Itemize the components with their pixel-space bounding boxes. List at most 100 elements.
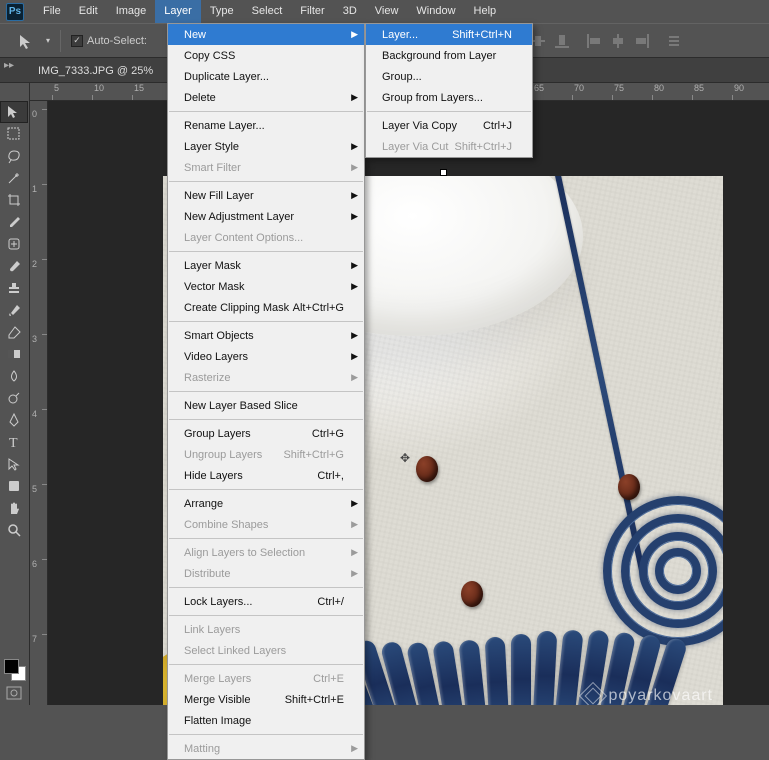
menu-item[interactable]: Background from Layer bbox=[366, 45, 532, 66]
menu-item[interactable]: Smart Objects▶ bbox=[168, 325, 364, 346]
menu-item[interactable]: Flatten Image bbox=[168, 710, 364, 731]
menu-item: Ungroup LayersShift+Ctrl+G bbox=[168, 444, 364, 465]
transform-handle[interactable] bbox=[440, 169, 447, 176]
align-right-icon[interactable] bbox=[632, 32, 652, 50]
ruler-tick-label: 85 bbox=[694, 83, 704, 93]
foreground-color-swatch[interactable] bbox=[4, 659, 19, 674]
new-submenu[interactable]: Layer...Shift+Ctrl+NBackground from Laye… bbox=[365, 23, 533, 158]
menu-item[interactable]: Lock Layers...Ctrl+/ bbox=[168, 591, 364, 612]
menu-item[interactable]: New Fill Layer▶ bbox=[168, 185, 364, 206]
menu-item: Align Layers to Selection▶ bbox=[168, 542, 364, 563]
menu-filter[interactable]: Filter bbox=[291, 0, 333, 23]
app-logo[interactable]: Ps bbox=[6, 3, 24, 21]
tools-panel: T bbox=[0, 83, 30, 705]
marquee-tool[interactable] bbox=[0, 123, 28, 145]
pen-tool[interactable] bbox=[0, 409, 28, 431]
submenu-arrow-icon: ▶ bbox=[351, 498, 358, 509]
move-tool[interactable] bbox=[0, 101, 28, 123]
auto-select-checkbox[interactable]: ✓Auto-Select: bbox=[71, 35, 147, 47]
menu-item: Link Layers bbox=[168, 619, 364, 640]
menu-separator bbox=[169, 111, 363, 112]
history-tool[interactable] bbox=[0, 299, 28, 321]
submenu-arrow-icon: ▶ bbox=[351, 29, 358, 40]
menu-item[interactable]: Arrange▶ bbox=[168, 493, 364, 514]
layer-menu[interactable]: New▶Copy CSSDuplicate Layer...Delete▶ Ren… bbox=[167, 23, 365, 760]
menu-separator bbox=[169, 251, 363, 252]
menu-help[interactable]: Help bbox=[465, 0, 506, 23]
menu-select[interactable]: Select bbox=[243, 0, 292, 23]
menu-type[interactable]: Type bbox=[201, 0, 243, 23]
menu-item[interactable]: Video Layers▶ bbox=[168, 346, 364, 367]
submenu-arrow-icon: ▶ bbox=[351, 743, 358, 754]
menu-separator bbox=[367, 111, 531, 112]
brush-tool[interactable] bbox=[0, 255, 28, 277]
menu-item[interactable]: Duplicate Layer... bbox=[168, 66, 364, 87]
color-swatches[interactable] bbox=[4, 659, 26, 681]
menu-image[interactable]: Image bbox=[107, 0, 156, 23]
menu-item[interactable]: Group LayersCtrl+G bbox=[168, 423, 364, 444]
menu-edit[interactable]: Edit bbox=[70, 0, 107, 23]
menu-item[interactable]: Layer Mask▶ bbox=[168, 255, 364, 276]
ruler-tick-label: 7 bbox=[32, 634, 37, 644]
menu-item[interactable]: Layer Via CopyCtrl+J bbox=[366, 115, 532, 136]
dodge-tool[interactable] bbox=[0, 387, 28, 409]
zoom-tool[interactable] bbox=[0, 519, 28, 541]
document-tab[interactable]: IMG_7333.JPG @ 25% bbox=[28, 60, 163, 82]
menu-item[interactable]: Copy CSS bbox=[168, 45, 364, 66]
menu-item[interactable]: Group from Layers... bbox=[366, 87, 532, 108]
canvas-area[interactable]: poyarkovaart ✥ bbox=[48, 101, 769, 705]
menu-item[interactable]: Layer...Shift+Ctrl+N bbox=[366, 24, 532, 45]
menu-item[interactable]: Group... bbox=[366, 66, 532, 87]
menu-item[interactable]: Create Clipping MaskAlt+Ctrl+G bbox=[168, 297, 364, 318]
menu-item[interactable]: Rename Layer... bbox=[168, 115, 364, 136]
eyedrop-tool[interactable] bbox=[0, 211, 28, 233]
menu-item[interactable]: Hide LayersCtrl+, bbox=[168, 465, 364, 486]
menu-item[interactable]: New▶ bbox=[168, 24, 364, 45]
menu-item[interactable]: Layer Style▶ bbox=[168, 136, 364, 157]
menu-file[interactable]: File bbox=[34, 0, 70, 23]
submenu-arrow-icon: ▶ bbox=[351, 547, 358, 558]
submenu-arrow-icon: ▶ bbox=[351, 92, 358, 103]
menu-separator bbox=[169, 615, 363, 616]
distribute-icon[interactable] bbox=[664, 32, 684, 50]
lasso-tool[interactable] bbox=[0, 145, 28, 167]
menubar: Ps FileEditImageLayerTypeSelectFilter3DV… bbox=[0, 0, 769, 23]
crop-tool[interactable] bbox=[0, 189, 28, 211]
menu-item: Select Linked Layers bbox=[168, 640, 364, 661]
menu-item[interactable]: New Layer Based Slice bbox=[168, 395, 364, 416]
menu-item[interactable]: Merge VisibleShift+Ctrl+E bbox=[168, 689, 364, 710]
submenu-arrow-icon: ▶ bbox=[351, 260, 358, 271]
align-bottom-icon[interactable] bbox=[552, 32, 572, 50]
menu-item[interactable]: New Adjustment Layer▶ bbox=[168, 206, 364, 227]
blur-tool[interactable] bbox=[0, 365, 28, 387]
menu-window[interactable]: Window bbox=[407, 0, 464, 23]
shape-tool[interactable] bbox=[0, 475, 28, 497]
ruler-tick-label: 2 bbox=[32, 259, 37, 269]
submenu-arrow-icon: ▶ bbox=[351, 141, 358, 152]
gradient-tool[interactable] bbox=[0, 343, 28, 365]
wand-tool[interactable] bbox=[0, 167, 28, 189]
align-left-icon[interactable] bbox=[584, 32, 604, 50]
align-hcenter-icon[interactable] bbox=[608, 32, 628, 50]
menu-view[interactable]: View bbox=[366, 0, 408, 23]
center-mark-icon: ✥ bbox=[400, 451, 410, 465]
tool-preset-picker[interactable] bbox=[14, 29, 38, 53]
menu-item[interactable]: Delete▶ bbox=[168, 87, 364, 108]
collapse-icon[interactable]: ▸▸ bbox=[4, 60, 14, 71]
menu-layer[interactable]: Layer bbox=[155, 0, 201, 23]
type-tool[interactable]: T bbox=[0, 431, 28, 453]
menu-3d[interactable]: 3D bbox=[334, 0, 366, 23]
chevron-down-icon[interactable]: ▾ bbox=[46, 36, 50, 45]
divider bbox=[60, 30, 61, 52]
stamp-tool[interactable] bbox=[0, 277, 28, 299]
quickmask-icon[interactable] bbox=[6, 686, 22, 703]
hand-tool[interactable] bbox=[0, 497, 28, 519]
ruler-vertical[interactable]: 012345678 bbox=[30, 101, 48, 705]
menu-separator bbox=[169, 321, 363, 322]
menu-item[interactable]: Vector Mask▶ bbox=[168, 276, 364, 297]
path-tool[interactable] bbox=[0, 453, 28, 475]
ruler-tick-label: 5 bbox=[32, 484, 37, 494]
menu-item: Matting▶ bbox=[168, 738, 364, 759]
eraser-tool[interactable] bbox=[0, 321, 28, 343]
heal-tool[interactable] bbox=[0, 233, 28, 255]
